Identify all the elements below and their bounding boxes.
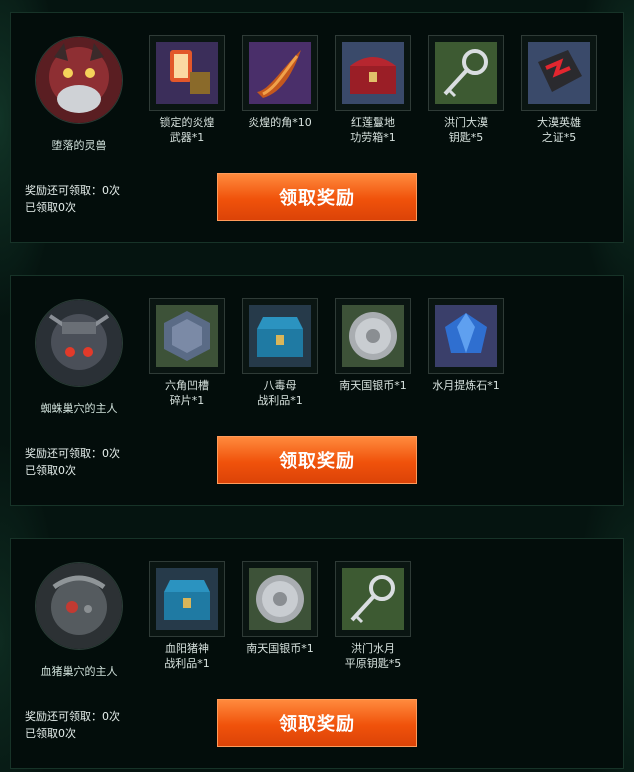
item-slot xyxy=(335,35,411,111)
item-label: 炎煌的角*10 xyxy=(248,116,312,129)
key-icon xyxy=(435,42,497,104)
reward-item[interactable]: 锁定的炎煌 武器*1 xyxy=(147,35,227,145)
reward-item[interactable]: 血阳猪神 战利品*1 xyxy=(147,561,227,671)
reward-item[interactable]: 大漠英雄 之证*5 xyxy=(519,35,599,145)
reward-item[interactable]: 南天国银币*1 xyxy=(240,561,320,656)
item-slot xyxy=(335,561,411,637)
hex-fragment-icon xyxy=(156,305,218,367)
item-slot xyxy=(521,35,597,111)
claimed-count: 已领取0次 xyxy=(25,464,76,477)
remaining-claims: 奖励还可领取：0次 xyxy=(25,710,120,723)
item-label: 南天国银币*1 xyxy=(246,642,314,655)
boss-name: 堕落的灵兽 xyxy=(51,139,107,152)
remaining-claims: 奖励还可领取：0次 xyxy=(25,184,120,197)
blue-chest-icon xyxy=(249,305,311,367)
reward-item[interactable]: 洪门大漠 钥匙*5 xyxy=(426,35,506,145)
item-label: 水月提炼石*1 xyxy=(432,379,500,392)
blood-boar-avatar xyxy=(36,563,122,649)
reward-panel-2: 蜘蛛巢穴的主人 六角凹槽 碎片*1 八毒母 战利品*1 南天国银币*1 水月提炼… xyxy=(10,275,624,506)
claimed-count: 已领取0次 xyxy=(25,727,76,740)
key-icon xyxy=(342,568,404,630)
reward-item[interactable]: 六角凹槽 碎片*1 xyxy=(147,298,227,408)
claim-stats: 奖励还可领取：0次 已领取0次 xyxy=(25,445,120,479)
reward-item[interactable]: 炎煌的角*10 xyxy=(240,35,320,130)
boss-name: 血猪巢穴的主人 xyxy=(40,665,118,678)
item-label: 血阳猪神 战利品*1 xyxy=(164,642,210,670)
claim-stats: 奖励还可领取：0次 已领取0次 xyxy=(25,708,120,742)
claim-reward-button[interactable]: 领取奖励 xyxy=(217,173,417,221)
remaining-claims: 奖励还可领取：0次 xyxy=(25,447,120,460)
item-label: 洪门水月 平原钥匙*5 xyxy=(344,642,402,670)
item-slot xyxy=(428,298,504,374)
item-label: 南天国银币*1 xyxy=(339,379,407,392)
red-chest-icon xyxy=(342,42,404,104)
item-slot xyxy=(242,561,318,637)
spider-lord-avatar xyxy=(36,300,122,386)
blue-gem-icon xyxy=(435,305,497,367)
blue-chest-icon xyxy=(156,568,218,630)
locked-weapon-icon xyxy=(156,42,218,104)
hero-badge-icon xyxy=(528,42,590,104)
item-slot xyxy=(428,35,504,111)
item-slot xyxy=(242,298,318,374)
claim-reward-button[interactable]: 领取奖励 xyxy=(217,699,417,747)
reward-panel-3: 血猪巢穴的主人 血阳猪神 战利品*1 南天国银币*1 洪门水月 平原钥匙*5 奖… xyxy=(10,538,624,769)
reward-item[interactable]: 八毒母 战利品*1 xyxy=(240,298,320,408)
item-slot xyxy=(149,561,225,637)
reward-item[interactable]: 南天国银币*1 xyxy=(333,298,413,393)
item-label: 八毒母 战利品*1 xyxy=(257,379,303,407)
claim-stats: 奖励还可领取：0次 已领取0次 xyxy=(25,182,120,216)
flame-horn-icon xyxy=(249,42,311,104)
reward-item[interactable]: 水月提炼石*1 xyxy=(426,298,506,393)
item-label: 六角凹槽 碎片*1 xyxy=(165,379,209,407)
item-label: 洪门大漠 钥匙*5 xyxy=(444,116,488,144)
item-label: 锁定的炎煌 武器*1 xyxy=(159,116,215,144)
reward-item[interactable]: 红莲鬘地 功劳箱*1 xyxy=(333,35,413,145)
fallen-beast-avatar xyxy=(36,37,122,123)
item-slot xyxy=(335,298,411,374)
item-label: 大漠英雄 之证*5 xyxy=(537,116,581,144)
item-slot xyxy=(149,35,225,111)
claim-reward-button[interactable]: 领取奖励 xyxy=(217,436,417,484)
boss-name: 蜘蛛巢穴的主人 xyxy=(40,402,118,415)
item-slot xyxy=(149,298,225,374)
silver-coin-icon xyxy=(342,305,404,367)
silver-coin-icon xyxy=(249,568,311,630)
reward-panel-1: 堕落的灵兽 锁定的炎煌 武器*1 炎煌的角*10 红莲鬘地 功劳箱*1 洪门大漠… xyxy=(10,12,624,243)
reward-item[interactable]: 洪门水月 平原钥匙*5 xyxy=(333,561,413,671)
item-slot xyxy=(242,35,318,111)
item-label: 红莲鬘地 功劳箱*1 xyxy=(350,116,396,144)
claimed-count: 已领取0次 xyxy=(25,201,76,214)
